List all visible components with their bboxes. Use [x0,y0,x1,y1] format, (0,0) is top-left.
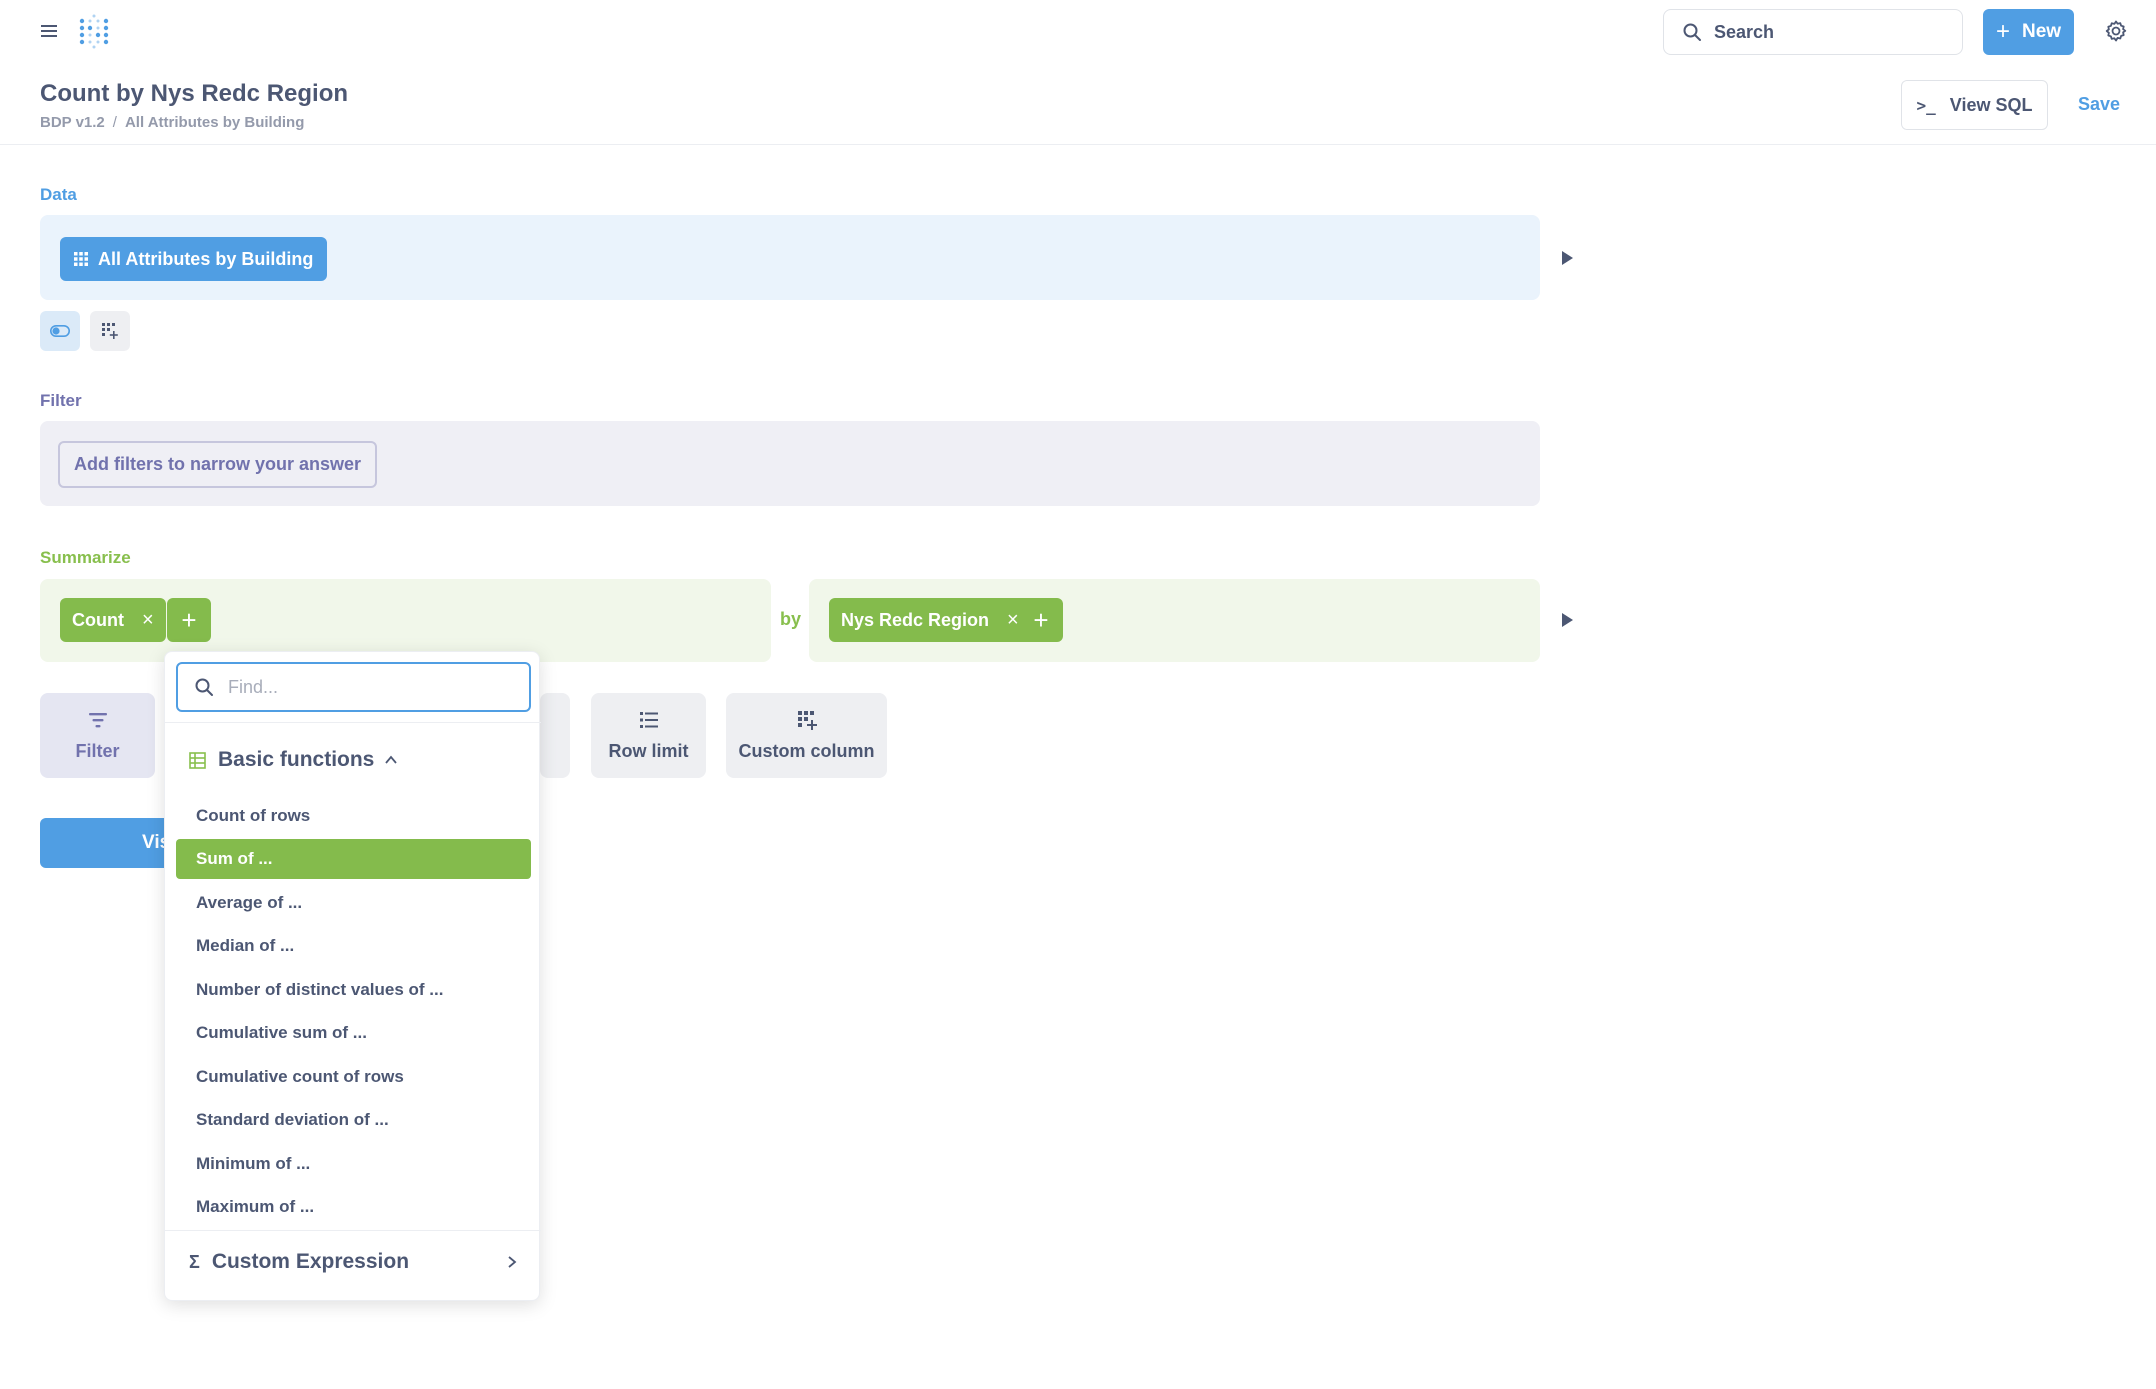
action-row-limit-button[interactable]: Row limit [591,693,706,778]
fn-minimum-of[interactable]: Minimum of ... [176,1144,531,1184]
page-title: Count by Nys Redc Region [40,80,349,107]
data-source-label: All Attributes by Building [98,248,314,269]
by-label: by [780,609,802,629]
fn-cumulative-sum-of[interactable]: Cumulative sum of ... [176,1013,531,1053]
fn-cumulative-count-of-rows[interactable]: Cumulative count of rows [176,1057,531,1097]
plus-icon: + [1033,605,1049,635]
action-custom-column-button[interactable]: Custom column [726,693,887,778]
breadcrumb: BDP v1.2 / All Attributes by Building [40,114,304,131]
find-input[interactable] [228,676,508,698]
search-label: Search [1714,21,1775,42]
save-button[interactable]: Save [2078,94,2120,115]
logo-icon[interactable] [76,13,112,49]
fn-sum-of[interactable]: Sum of ... [176,839,531,879]
basic-functions-header[interactable]: Basic functions [189,748,398,772]
fn-median-of[interactable]: Median of ... [176,926,531,966]
fn-count-of-rows[interactable]: Count of rows [176,796,531,836]
chevron-right-icon[interactable] [505,1255,519,1269]
custom-expression-label: Custom Expression [211,1250,410,1273]
data-source-pill[interactable]: All Attributes by Building [60,237,328,281]
fn-maximum-of[interactable]: Maximum of ... [176,1187,531,1227]
metric-pill[interactable]: Count × [60,598,166,642]
basic-functions-title: Basic functions [218,748,375,771]
view-sql-button[interactable]: >_ View SQL [1901,80,2048,130]
fn-distinct-values-of[interactable]: Number of distinct values of ... [176,970,531,1010]
list-icon [639,712,658,728]
preview-summarize-arrow-icon[interactable] [1562,613,1573,627]
gear-icon[interactable] [2104,19,2128,43]
terminal-icon: >_ [1916,95,1936,115]
metric-label: Count [72,609,124,630]
join-toggle-button[interactable] [40,311,80,351]
popover-divider [165,722,541,723]
new-button[interactable]: + New [1983,9,2074,55]
summarize-section-label: Summarize [40,548,131,567]
action-filter-button[interactable]: Filter [40,693,155,778]
search-icon [195,678,213,696]
add-filter-button[interactable]: Add filters to narrow your answer [58,441,378,488]
plus-icon: + [1995,18,2010,45]
breakout-pill[interactable]: Nys Redc Region × [829,598,1031,642]
preview-data-arrow-icon[interactable] [1562,251,1573,265]
breakout-label: Nys Redc Region [841,609,990,630]
fn-standard-deviation-of[interactable]: Standard deviation of ... [176,1100,531,1140]
pick-columns-button[interactable] [90,311,130,351]
breadcrumb-item-collection[interactable]: BDP v1.2 [40,114,105,131]
add-column-icon [797,711,817,730]
view-sql-label: View SQL [1949,94,2033,115]
find-field[interactable] [176,662,531,712]
sigma-icon: Σ [189,1251,200,1272]
search-icon [1683,23,1701,41]
action-filter-label: Filter [75,741,120,761]
remove-breakout-icon[interactable]: × [1007,610,1019,630]
toggle-icon [50,325,70,337]
custom-expression-item[interactable]: Σ Custom Expression [189,1250,409,1274]
table-grid-icon [74,252,88,266]
new-label: New [2021,21,2062,42]
action-row-limit-label: Row limit [608,741,689,761]
breadcrumb-separator: / [112,114,117,131]
visualize-button[interactable]: Vis [40,818,180,868]
table-icon [189,751,206,769]
plus-icon: + [181,605,197,635]
filter-icon [88,713,107,728]
add-metric-button[interactable]: + [167,598,211,642]
popover-divider [165,1230,541,1231]
add-columns-icon [102,323,118,339]
header-divider [0,144,2156,145]
aggregation-popover: Basic functions Count of rows Sum of ...… [164,651,541,1301]
remove-metric-icon[interactable]: × [142,610,154,630]
add-breakout-button[interactable]: + [1019,598,1063,642]
global-search[interactable]: Search [1663,9,1963,55]
data-section-label: Data [40,185,77,204]
fn-average-of[interactable]: Average of ... [176,883,531,923]
action-hidden-tile[interactable] [540,693,570,778]
action-custom-column-label: Custom column [738,741,875,761]
filter-section-label: Filter [40,391,82,410]
hamburger-menu-icon[interactable] [38,20,60,42]
breadcrumb-item-table[interactable]: All Attributes by Building [125,114,304,131]
chevron-up-icon [385,755,398,764]
